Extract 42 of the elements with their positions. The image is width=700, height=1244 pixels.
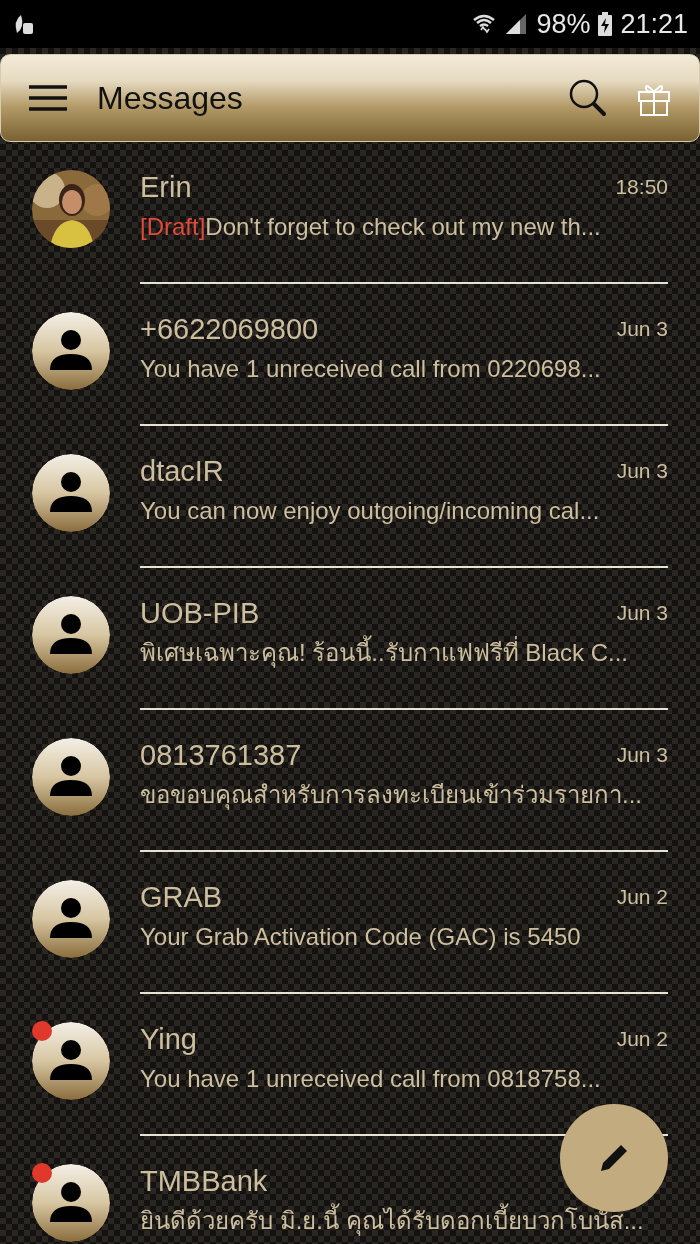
message-date: Jun 3 xyxy=(616,317,668,341)
contact-name: dtacIR xyxy=(140,454,225,488)
contact-name: 0813761387 xyxy=(140,738,303,772)
contact-name: UOB-PIB xyxy=(140,596,261,630)
message-preview: You have 1 unreceived call from 0220698... xyxy=(140,354,602,384)
app-title: Messages xyxy=(97,79,244,117)
search-icon[interactable] xyxy=(569,79,607,117)
message-date: Jun 3 xyxy=(616,459,668,483)
contact-name: GRAB xyxy=(140,880,224,914)
message-date: Jun 2 xyxy=(616,1027,668,1051)
signal-icon xyxy=(504,12,529,36)
menu-icon[interactable] xyxy=(29,85,67,111)
battery-charging-icon xyxy=(598,12,613,36)
conversation-item[interactable]: GRAB Jun 2 Your Grab Activation Code (GAC) is 5450 xyxy=(0,852,700,994)
message-date: Jun 2 xyxy=(616,885,668,909)
contact-avatar-icon xyxy=(32,1022,110,1100)
message-date: Jun 3 xyxy=(616,743,668,767)
contact-name: Ying xyxy=(140,1022,198,1056)
conversation-item[interactable]: 0813761387 Jun 3 ขอขอบคุณสำหรับการลงทะเบียนเข้าร่วมรายกา... xyxy=(0,710,700,852)
conversation-item[interactable]: +6622069800 Jun 3 You have 1 unreceived call from 0220698... xyxy=(0,284,700,426)
wifi-icon xyxy=(472,12,497,36)
message-date: 18:50 xyxy=(615,175,668,199)
battery-percentage: 98% xyxy=(536,8,591,40)
message-preview: [Draft]Don't forget to check out my new th... xyxy=(140,212,602,242)
message-preview: You have 1 unreceived call from 0818758... xyxy=(140,1064,602,1094)
message-preview: ขอขอบคุณสำหรับการลงทะเบียนเข้าร่วมรายกา... xyxy=(140,780,643,810)
contact-avatar-icon xyxy=(32,880,110,958)
message-preview: Your Grab Activation Code (GAC) is 5450 xyxy=(140,922,582,952)
conversation-item[interactable]: dtacIR Jun 3 You can now enjoy outgoing/incoming cal... xyxy=(0,426,700,568)
message-preview: You can now enjoy outgoing/incoming cal... xyxy=(140,496,601,526)
conversation-item[interactable]: Erin 18:50 [Draft]Don't forget to check out my new th... xyxy=(0,142,700,284)
contact-name: TMBBank xyxy=(140,1164,269,1198)
contact-name: +6622069800 xyxy=(140,312,320,346)
clock: 21:21 xyxy=(620,8,688,40)
contact-avatar-icon xyxy=(32,738,110,816)
contact-avatar-icon xyxy=(32,1164,110,1242)
contact-avatar-icon xyxy=(32,312,110,390)
message-date: Jun 3 xyxy=(616,601,668,625)
contact-name: Erin xyxy=(140,170,193,204)
conversation-item[interactable]: UOB-PIB Jun 3 พิเศษเฉพาะคุณ! ร้อนนี้..รับกาแฟฟรีที่ Black C... xyxy=(0,568,700,710)
contact-avatar-icon xyxy=(32,454,110,532)
contact-avatar-icon xyxy=(32,596,110,674)
